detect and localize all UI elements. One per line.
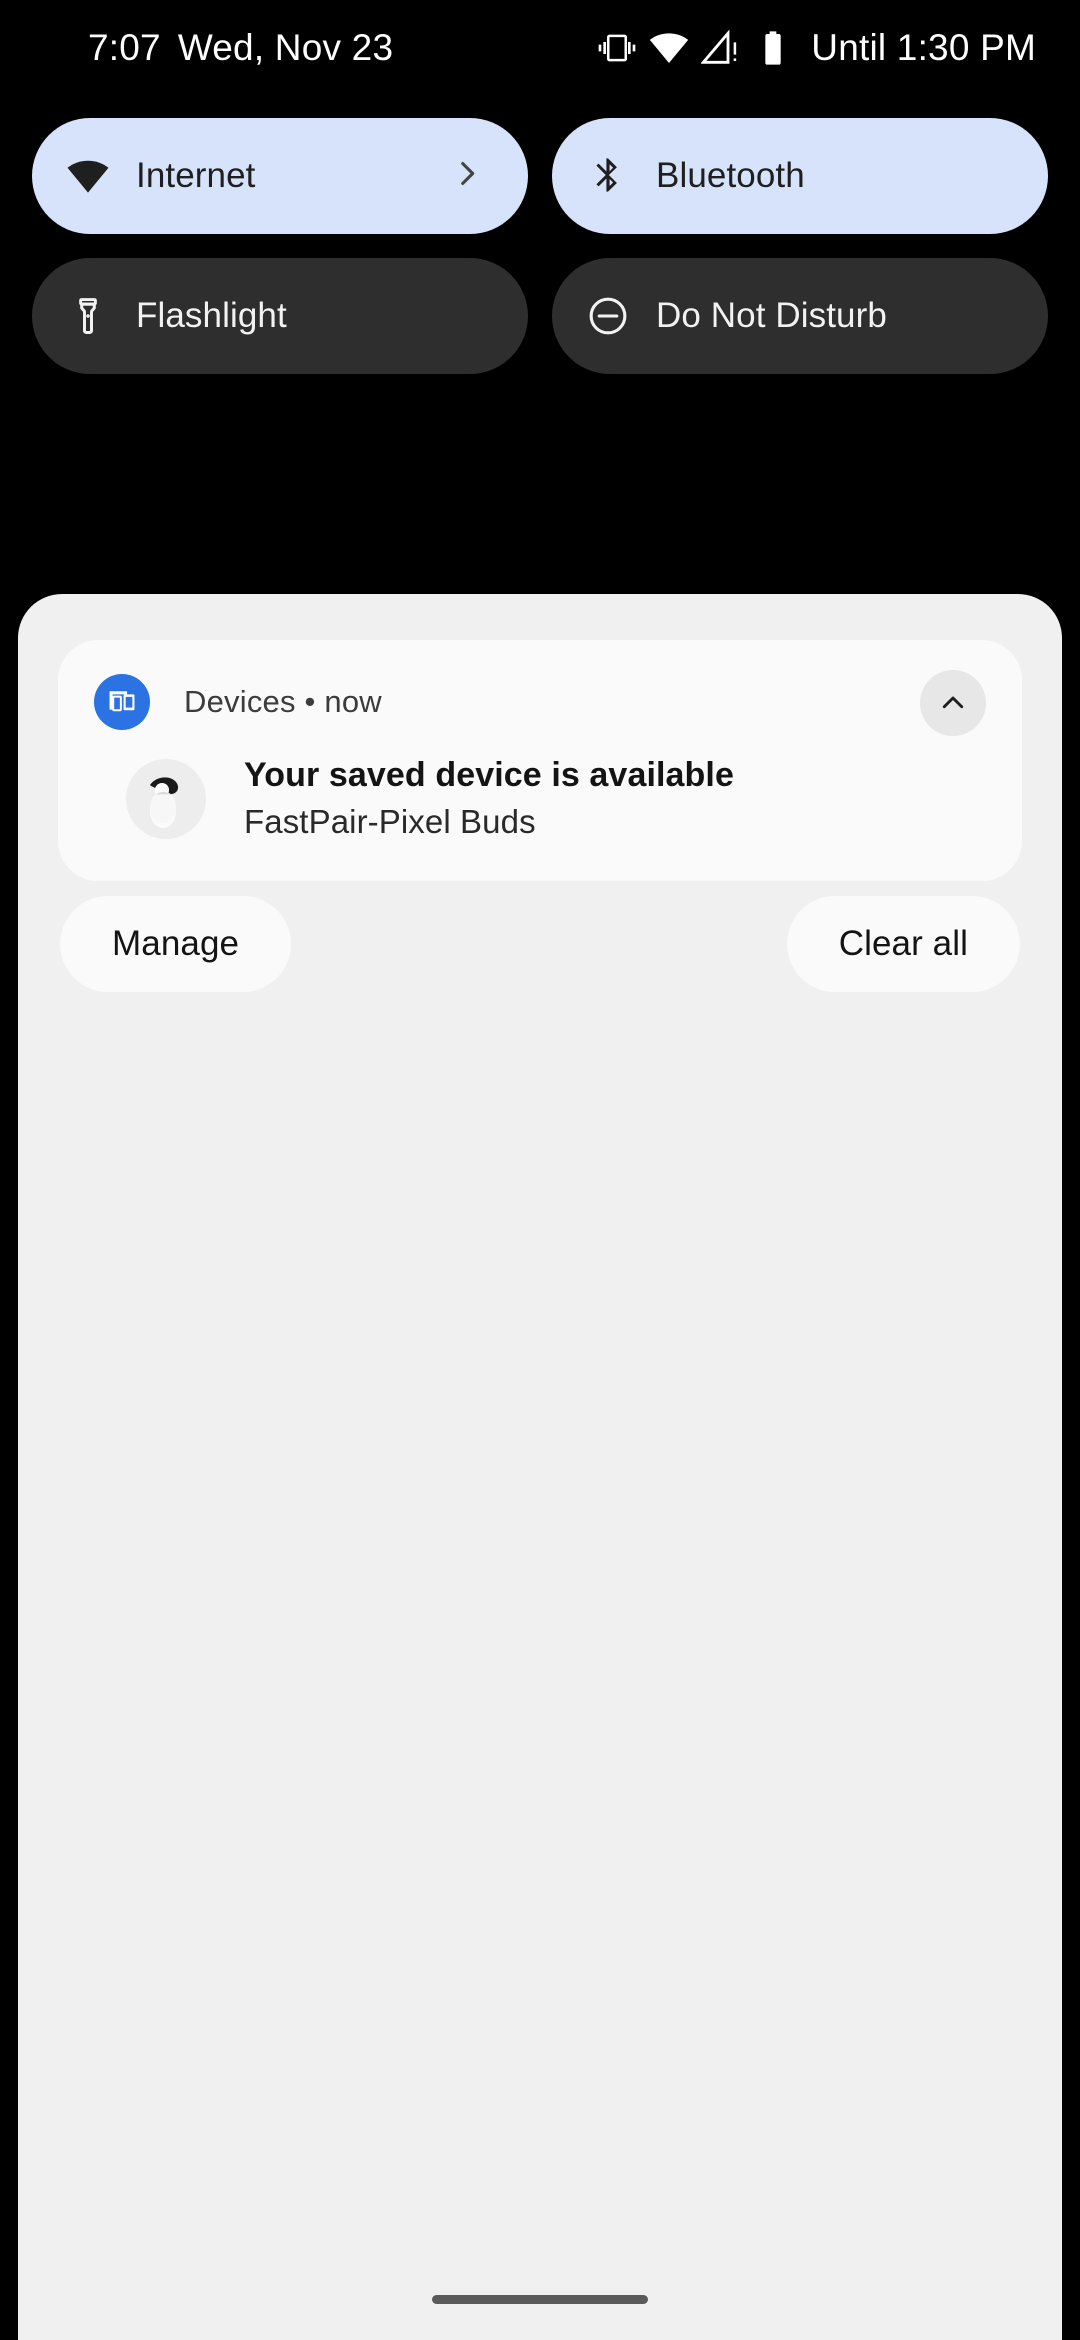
quick-settings-grid: Internet Bluetooth Flashlight Do Not Dis… bbox=[32, 118, 1048, 398]
wifi-icon bbox=[650, 33, 689, 63]
tile-bluetooth[interactable]: Bluetooth bbox=[552, 118, 1048, 234]
do-not-disturb-icon bbox=[586, 294, 630, 338]
notification-card-devices[interactable]: Devices • now Your saved device is avail… bbox=[58, 640, 1022, 881]
status-bar-right: Until 1:30 PM bbox=[597, 27, 1036, 69]
notification-title: Your saved device is available bbox=[244, 756, 734, 794]
quick-settings-row-2: Flashlight Do Not Disturb bbox=[32, 258, 1048, 374]
signal-warning-icon bbox=[701, 29, 737, 64]
tile-flashlight[interactable]: Flashlight bbox=[32, 258, 528, 374]
tile-label-do-not-disturb: Do Not Disturb bbox=[656, 296, 887, 335]
notification-app-and-time: Devices • now bbox=[184, 684, 382, 720]
dnd-until-label: Until 1:30 PM bbox=[811, 27, 1036, 68]
gesture-nav-bar[interactable] bbox=[432, 2295, 648, 2304]
tile-label-flashlight: Flashlight bbox=[136, 296, 287, 335]
shade-footer: Manage Clear all bbox=[18, 896, 1062, 996]
bluetooth-icon bbox=[586, 154, 630, 198]
notification-content: Your saved device is available FastPair-… bbox=[94, 756, 986, 841]
notification-separator: • bbox=[304, 684, 316, 719]
battery-icon bbox=[765, 31, 781, 65]
status-bar-clock: 7:07 bbox=[88, 27, 161, 68]
notification-header: Devices • now bbox=[94, 670, 986, 736]
chevron-right-icon[interactable] bbox=[450, 157, 484, 196]
notification-time: now bbox=[324, 684, 382, 719]
tile-label-bluetooth: Bluetooth bbox=[656, 156, 805, 195]
devices-cast-icon bbox=[94, 674, 150, 730]
tile-label-internet: Internet bbox=[136, 156, 256, 195]
wifi-icon bbox=[66, 154, 110, 198]
clear-all-button[interactable]: Clear all bbox=[786, 896, 1020, 992]
status-bar: 7:07 Wed, Nov 23 Until 1:30 PM bbox=[0, 0, 1080, 96]
chevron-up-icon[interactable] bbox=[920, 670, 986, 736]
notification-app-name: Devices bbox=[184, 684, 296, 719]
status-bar-left: 7:07 Wed, Nov 23 bbox=[88, 27, 393, 69]
notification-text-block: Your saved device is available FastPair-… bbox=[244, 756, 734, 841]
flashlight-icon bbox=[66, 294, 110, 338]
pixel-buds-image bbox=[126, 758, 206, 839]
status-bar-date: Wed, Nov 23 bbox=[177, 27, 394, 68]
quick-settings-row-1: Internet Bluetooth bbox=[32, 118, 1048, 234]
tile-internet[interactable]: Internet bbox=[32, 118, 528, 234]
quick-settings-shade-screen: 7:07 Wed, Nov 23 Until 1:30 PM Internet … bbox=[0, 0, 1080, 2340]
tile-do-not-disturb[interactable]: Do Not Disturb bbox=[552, 258, 1048, 374]
vibrate-icon bbox=[598, 34, 636, 62]
manage-button[interactable]: Manage bbox=[60, 896, 292, 992]
notification-shade-panel: Devices • now Your saved device is avail… bbox=[18, 594, 1062, 2340]
notification-subtitle: FastPair-Pixel Buds bbox=[244, 803, 536, 840]
